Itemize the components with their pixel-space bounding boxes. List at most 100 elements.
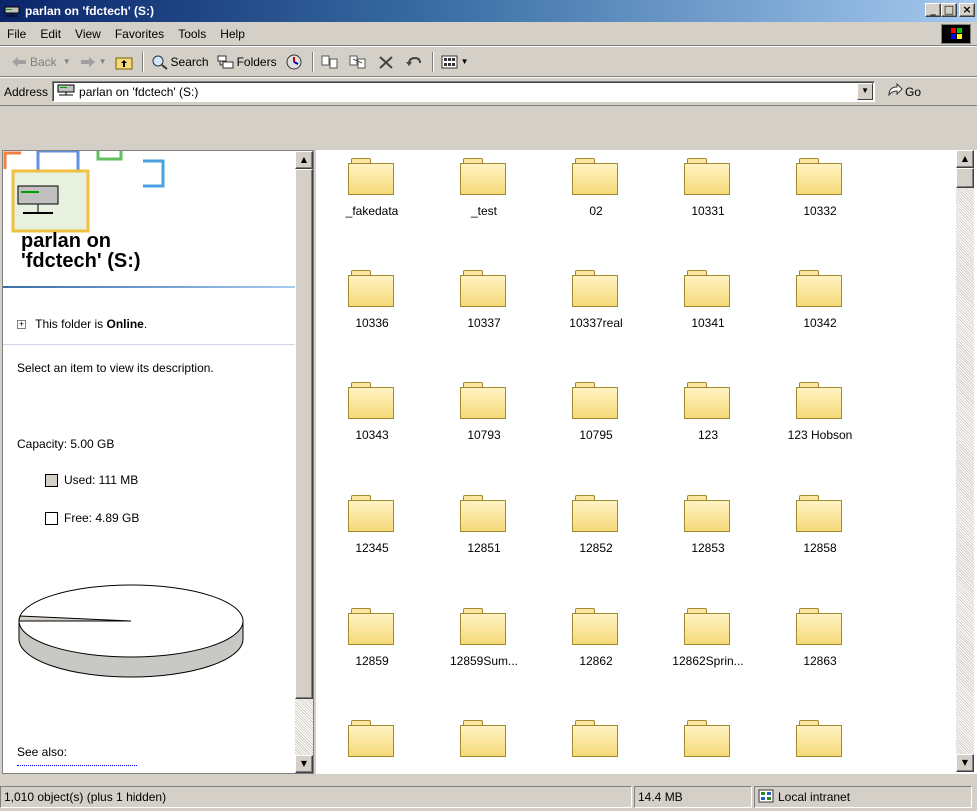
title-bar[interactable]: parlan on 'fdctech' (S:) _ □ × xyxy=(0,0,977,22)
folder-icon xyxy=(572,720,620,758)
folder-icon xyxy=(684,608,732,646)
folder-view-scrollbar[interactable]: ▲ ▼ xyxy=(956,150,974,772)
folder-label: 12859 xyxy=(355,654,389,668)
move-to-button[interactable] xyxy=(317,50,345,74)
undo-icon xyxy=(405,54,423,70)
close-button[interactable]: × xyxy=(959,3,975,17)
folder-label: 12851 xyxy=(467,541,501,555)
folder-label: _test xyxy=(470,204,497,218)
back-button[interactable]: Back ▼ xyxy=(6,50,75,74)
folder-item[interactable]: 12858 xyxy=(764,495,876,555)
folder-item[interactable]: 10793 xyxy=(428,382,540,442)
folder-item[interactable]: 12345 xyxy=(316,495,428,555)
folder-label: 02 xyxy=(589,204,603,218)
folder-item[interactable]: 12862 xyxy=(540,608,652,668)
scroll-up-button[interactable]: ▲ xyxy=(956,150,974,168)
delete-button[interactable] xyxy=(373,50,401,74)
folder-icon xyxy=(572,608,620,646)
up-folder-button[interactable] xyxy=(111,50,139,74)
menu-edit[interactable]: Edit xyxy=(33,27,68,41)
history-button[interactable] xyxy=(281,50,309,74)
folder-label: 12852 xyxy=(579,541,613,555)
capacity-text: Capacity: 5.00 GB xyxy=(17,437,115,451)
folder-item[interactable]: _test xyxy=(428,158,540,218)
folder-item[interactable]: 12859 xyxy=(316,608,428,668)
window-title: parlan on 'fdctech' (S:) xyxy=(25,4,155,18)
section-divider xyxy=(3,344,295,345)
folder-item[interactable] xyxy=(764,720,876,766)
folder-label: 12345 xyxy=(355,541,389,555)
folder-item[interactable]: 10336 xyxy=(316,270,428,330)
folder-item[interactable]: 12863 xyxy=(764,608,876,668)
scroll-thumb[interactable] xyxy=(956,168,974,188)
menu-tools[interactable]: Tools xyxy=(171,27,213,41)
folder-item[interactable]: 10337real xyxy=(540,270,652,330)
folder-label: 10332 xyxy=(803,204,837,218)
folder-icon xyxy=(460,382,508,420)
folder-item[interactable]: 12859Sum... xyxy=(428,608,540,668)
folder-item[interactable]: 10341 xyxy=(652,270,764,330)
undo-button[interactable] xyxy=(401,50,429,74)
folder-item[interactable] xyxy=(540,720,652,766)
folder-item[interactable] xyxy=(428,720,540,766)
minimize-button[interactable]: _ xyxy=(925,3,941,17)
views-button[interactable]: ▼ xyxy=(437,50,473,74)
folder-item[interactable]: 02 xyxy=(540,158,652,218)
menu-bar: File Edit View Favorites Tools Help xyxy=(0,22,977,46)
folder-icon xyxy=(796,382,844,420)
menu-help[interactable]: Help xyxy=(213,27,252,41)
menu-favorites[interactable]: Favorites xyxy=(108,27,171,41)
folder-label: 123 xyxy=(697,428,719,442)
folder-item[interactable]: 10342 xyxy=(764,270,876,330)
folder-item[interactable]: 10331 xyxy=(652,158,764,218)
folder-item[interactable]: 123 Hobson xyxy=(764,382,876,442)
folder-item[interactable]: 10795 xyxy=(540,382,652,442)
folder-item[interactable]: 10343 xyxy=(316,382,428,442)
folder-item[interactable]: _fakedata xyxy=(316,158,428,218)
go-button[interactable]: Go xyxy=(887,82,921,100)
folder-item[interactable] xyxy=(316,720,428,766)
views-icon xyxy=(441,54,459,70)
online-prefix: This folder is xyxy=(35,317,107,331)
task-pane-scrollbar[interactable]: ▲ ▼ xyxy=(295,151,313,773)
copy-to-button[interactable] xyxy=(345,50,373,74)
copy-to-icon xyxy=(349,54,367,70)
folder-item[interactable]: 12862Sprin... xyxy=(652,608,764,668)
folder-label: 10336 xyxy=(355,316,389,330)
folders-button[interactable]: Folders xyxy=(213,50,281,74)
folder-item[interactable]: 123 xyxy=(652,382,764,442)
search-button[interactable]: Search xyxy=(147,50,213,74)
status-size: 14.4 MB xyxy=(634,786,752,808)
folder-label: 10341 xyxy=(691,316,725,330)
folder-item[interactable]: 10332 xyxy=(764,158,876,218)
move-to-icon xyxy=(321,54,339,70)
see-also-link[interactable] xyxy=(17,765,137,773)
folder-item[interactable] xyxy=(652,720,764,766)
address-value: parlan on 'fdctech' (S:) xyxy=(79,84,199,99)
maximize-button[interactable]: □ xyxy=(941,3,957,17)
forward-button[interactable]: ▼ xyxy=(75,50,111,74)
search-icon xyxy=(151,54,169,70)
scroll-down-button[interactable]: ▼ xyxy=(295,755,313,773)
folder-icon xyxy=(348,270,396,308)
used-text: Used: 111 MB xyxy=(64,473,139,487)
free-text: Free: 4.89 GB xyxy=(64,511,140,525)
menu-file[interactable]: File xyxy=(0,27,33,41)
scroll-up-button[interactable]: ▲ xyxy=(295,151,313,169)
folder-item[interactable]: 12853 xyxy=(652,495,764,555)
folder-item[interactable]: 12851 xyxy=(428,495,540,555)
address-dropdown-button[interactable]: ▼ xyxy=(857,83,874,100)
scroll-thumb[interactable] xyxy=(295,169,313,699)
folder-item[interactable]: 12852 xyxy=(540,495,652,555)
network-drive-icon xyxy=(4,4,20,18)
scroll-down-button[interactable]: ▼ xyxy=(956,754,974,772)
search-label: Search xyxy=(170,54,209,69)
folder-label: 10793 xyxy=(467,428,501,442)
folder-label: 12859Sum... xyxy=(449,654,519,668)
menu-view[interactable]: View xyxy=(68,27,108,41)
address-input[interactable]: parlan on 'fdctech' (S:) ▼ xyxy=(52,81,876,102)
folder-label: 10342 xyxy=(803,316,837,330)
folder-icon xyxy=(572,495,620,533)
folder-item[interactable]: 10337 xyxy=(428,270,540,330)
expand-icon[interactable]: + xyxy=(17,320,26,330)
